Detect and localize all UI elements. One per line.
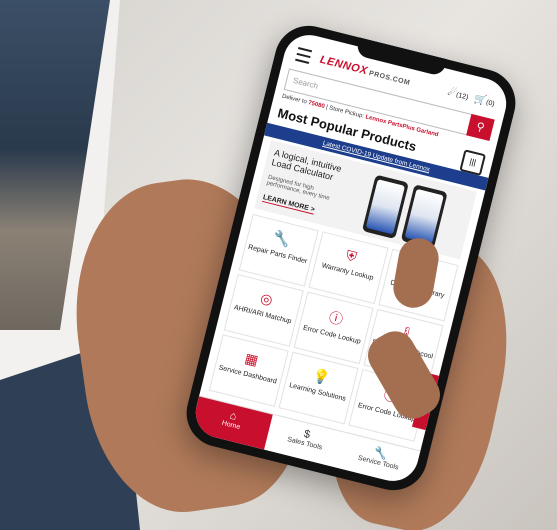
tab-service-tools[interactable]: 🔧 Service Tools (338, 433, 420, 486)
tile-learning-solutions[interactable]: 💡 Learning Solutions (278, 351, 359, 425)
tile-warranty-lookup[interactable]: ⛨ Warranty Lookup (308, 231, 389, 305)
cart-button[interactable]: 🛒(0) (473, 93, 496, 109)
tile-repair-parts-finder[interactable]: 🔧 Repair Parts Finder (238, 213, 319, 287)
zip-link[interactable]: 75080 (308, 100, 326, 110)
tab-sales-tools[interactable]: $ Sales Tools (264, 415, 346, 468)
tile-service-dashboard[interactable]: ▦ Service Dashboard (208, 334, 289, 407)
search-button[interactable]: ⚲ (466, 113, 495, 142)
learn-more-link[interactable]: LEARN MORE > (261, 194, 316, 215)
tab-home[interactable]: ⌂ Home (190, 396, 273, 450)
tile-error-code-lookup[interactable]: ⓘ Error Code Lookup (293, 291, 374, 365)
menu-icon[interactable] (295, 47, 313, 64)
barcode-icon: ||| (468, 156, 477, 168)
search-icon: ⚲ (475, 120, 486, 135)
banner-phone-image (361, 174, 409, 240)
tile-ahri-matchup[interactable]: ◎ AHRI/ARI Matchup (223, 274, 304, 347)
notifications-button[interactable]: ☄(12) (446, 86, 469, 102)
